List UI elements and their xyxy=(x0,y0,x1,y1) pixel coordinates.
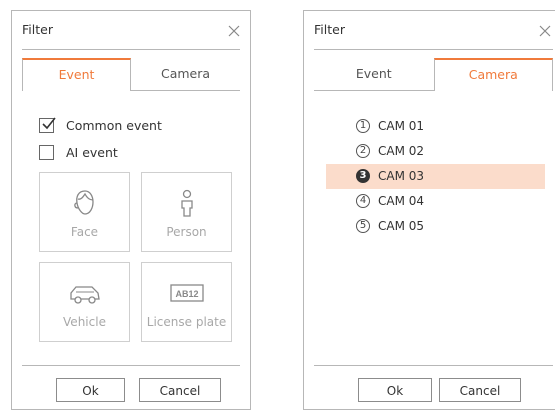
dialog-header: Filter xyxy=(304,11,555,49)
dialog-header: Filter xyxy=(12,11,250,49)
vehicle-icon xyxy=(40,279,129,309)
person-icon xyxy=(142,189,231,219)
ok-button[interactable]: Ok xyxy=(56,378,125,402)
header-divider xyxy=(22,49,240,50)
camera-list: 1 CAM 01 2 CAM 02 3 CAM 03 4 CAM 04 5 CA… xyxy=(326,114,545,239)
camera-label: CAM 02 xyxy=(378,144,425,158)
tile-label: Face xyxy=(70,225,99,239)
face-icon xyxy=(40,189,129,219)
header-divider xyxy=(314,49,553,50)
checkbox-label: AI event xyxy=(66,145,118,160)
tile-label: Person xyxy=(166,225,207,239)
tab-event[interactable]: Event xyxy=(314,58,434,91)
footer-divider xyxy=(314,365,553,366)
tab-camera[interactable]: Camera xyxy=(131,58,240,91)
camera-number-badge: 4 xyxy=(356,194,370,208)
camera-label: CAM 04 xyxy=(378,194,425,208)
ok-button[interactable]: Ok xyxy=(358,378,432,402)
camera-item-1[interactable]: 1 CAM 01 xyxy=(326,114,545,139)
cancel-button[interactable]: Cancel xyxy=(439,378,521,402)
camera-number-badge: 3 xyxy=(356,169,370,183)
tab-camera[interactable]: Camera xyxy=(433,58,553,91)
cancel-button[interactable]: Cancel xyxy=(139,378,221,402)
license-plate-tile[interactable]: AB12 License plate xyxy=(141,262,232,342)
tab-bar: Event Camera xyxy=(314,58,553,91)
camera-label: CAM 03 xyxy=(378,169,425,183)
tab-bar: Event Camera xyxy=(22,58,240,91)
camera-item-3[interactable]: 3 CAM 03 xyxy=(326,164,545,189)
close-icon[interactable] xyxy=(228,22,240,37)
checkbox-checked[interactable] xyxy=(39,117,56,133)
camera-number-badge: 5 xyxy=(356,219,370,233)
close-icon[interactable] xyxy=(539,22,551,37)
license-plate-icon: AB12 xyxy=(142,279,231,309)
dialog-title: Filter xyxy=(22,22,53,37)
checkbox-label: Common event xyxy=(66,118,162,133)
plate-text: AB12 xyxy=(175,289,198,299)
camera-item-4[interactable]: 4 CAM 04 xyxy=(326,189,545,214)
tile-label: License plate xyxy=(146,315,227,329)
camera-number-badge: 2 xyxy=(356,144,370,158)
checkbox-unchecked[interactable] xyxy=(39,145,54,160)
person-tile[interactable]: Person xyxy=(141,172,232,252)
filter-dialog-camera: Filter Event Camera 1 CAM 01 2 CAM 02 3 … xyxy=(303,10,555,410)
checkmark-icon xyxy=(42,117,56,130)
camera-item-5[interactable]: 5 CAM 05 xyxy=(326,214,545,239)
filter-dialog-event: Filter Event Camera Common event AI even… xyxy=(11,10,251,410)
face-tile[interactable]: Face xyxy=(39,172,130,252)
camera-number-badge: 1 xyxy=(356,119,370,133)
dialog-title: Filter xyxy=(314,22,345,37)
camera-item-2[interactable]: 2 CAM 02 xyxy=(326,139,545,164)
camera-label: CAM 01 xyxy=(378,119,425,133)
tile-label: Vehicle xyxy=(63,315,106,329)
vehicle-tile[interactable]: Vehicle xyxy=(39,262,130,342)
camera-label: CAM 05 xyxy=(378,219,425,233)
tab-event[interactable]: Event xyxy=(22,58,131,91)
footer-divider xyxy=(22,365,240,366)
